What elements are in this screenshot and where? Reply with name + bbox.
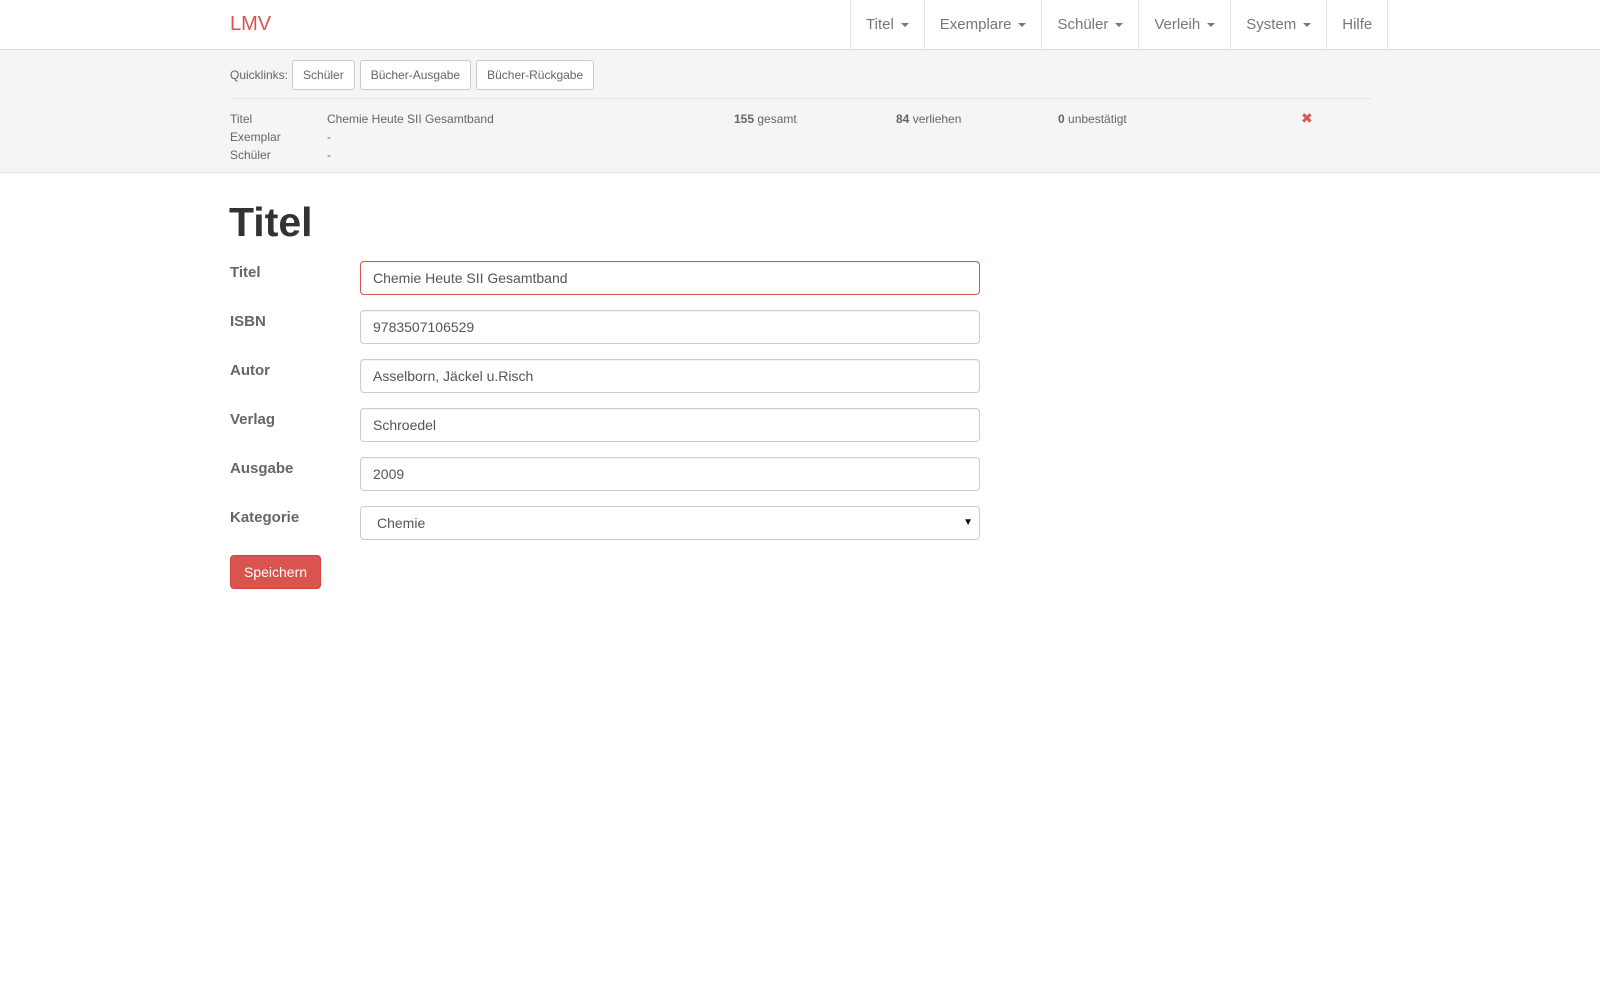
autor-input[interactable] (360, 359, 980, 393)
quicklinks-bar: Quicklinks: Schüler Bücher-Ausgabe Büche… (230, 60, 599, 90)
quicklink-schueler-button[interactable]: Schüler (292, 60, 355, 90)
isbn-label: ISBN (230, 313, 266, 330)
caret-down-icon (1207, 22, 1216, 27)
caret-down-icon (1115, 22, 1124, 27)
kategorie-select[interactable]: Chemie ▼ (360, 506, 980, 540)
ausgabe-label: Ausgabe (230, 460, 294, 477)
titel-input[interactable] (360, 261, 980, 295)
form-row-isbn: ISBN (230, 310, 980, 344)
brand-logo[interactable]: LMV (230, 12, 271, 36)
quicklinks-label: Quicklinks: (230, 68, 289, 82)
nav-schueler-label: Schüler (1057, 16, 1109, 33)
dropdown-arrow-icon: ▼ (963, 517, 973, 528)
stat-lent: 84 verliehen (896, 111, 961, 127)
caret-down-icon (900, 22, 909, 27)
verlag-label: Verlag (230, 411, 276, 428)
nav-hilfe-label: Hilfe (1342, 16, 1373, 33)
info-value: - (327, 130, 331, 144)
nav-system-label: System (1246, 16, 1297, 33)
top-navbar: LMV Titel Exemplare Schüler Verleih Syst… (0, 0, 1600, 50)
info-panel: Quicklinks: Schüler Bücher-Ausgabe Büche… (0, 50, 1600, 173)
form-row-kategorie: Kategorie Chemie ▼ (230, 506, 980, 540)
form-row-verlag: Verlag (230, 408, 980, 442)
nav-schueler[interactable]: Schüler (1042, 0, 1140, 49)
info-value: - (327, 148, 331, 162)
isbn-input[interactable] (360, 310, 980, 344)
save-button[interactable]: Speichern (230, 555, 322, 589)
form-row-titel: Titel (230, 261, 980, 295)
stat-lent-label: verliehen (912, 112, 962, 126)
quicklink-buecher-rueckgabe-button[interactable]: Bücher-Rückgabe (476, 60, 595, 90)
ausgabe-input[interactable] (360, 457, 980, 491)
main-menu: Titel Exemplare Schüler Verleih System H… (850, 0, 1389, 49)
stat-unconfirmed-count: 0 (1058, 112, 1065, 126)
form-row-ausgabe: Ausgabe (230, 457, 980, 491)
stat-lent-count: 84 (896, 112, 910, 126)
nav-exemplare[interactable]: Exemplare (925, 0, 1043, 49)
stat-total: 155 gesamt (734, 111, 797, 127)
verlag-input[interactable] (360, 408, 980, 442)
info-key: Titel (230, 112, 253, 126)
info-divider (230, 98, 1372, 99)
info-value: Chemie Heute SII Gesamtband (327, 112, 494, 126)
form-row-autor: Autor (230, 359, 980, 393)
stat-total-label: gesamt (757, 112, 797, 126)
titel-label: Titel (230, 264, 261, 281)
nav-system[interactable]: System (1231, 0, 1328, 49)
stat-total-count: 155 (734, 112, 755, 126)
caret-down-icon (1018, 22, 1027, 27)
page-title: Titel (229, 199, 313, 245)
nav-exemplare-label: Exemplare (939, 16, 1012, 33)
caret-down-icon (1303, 22, 1312, 27)
nav-titel-label: Titel (866, 16, 894, 33)
quicklink-buecher-ausgabe-button[interactable]: Bücher-Ausgabe (359, 60, 472, 90)
info-key: Exemplar (230, 130, 281, 144)
nav-hilfe[interactable]: Hilfe (1327, 0, 1389, 49)
stat-unconfirmed-label: unbestätigt (1068, 112, 1127, 126)
nav-verleih-label: Verleih (1154, 16, 1201, 33)
autor-label: Autor (230, 362, 270, 379)
kategorie-label: Kategorie (230, 509, 300, 526)
close-icon[interactable]: ✖ (1301, 110, 1313, 126)
stat-unconfirmed: 0 unbestätigt (1058, 111, 1127, 127)
nav-verleih[interactable]: Verleih (1139, 0, 1232, 49)
kategorie-selected-value: Chemie (377, 515, 426, 531)
info-key: Schüler (230, 148, 271, 162)
nav-titel[interactable]: Titel (851, 0, 925, 49)
